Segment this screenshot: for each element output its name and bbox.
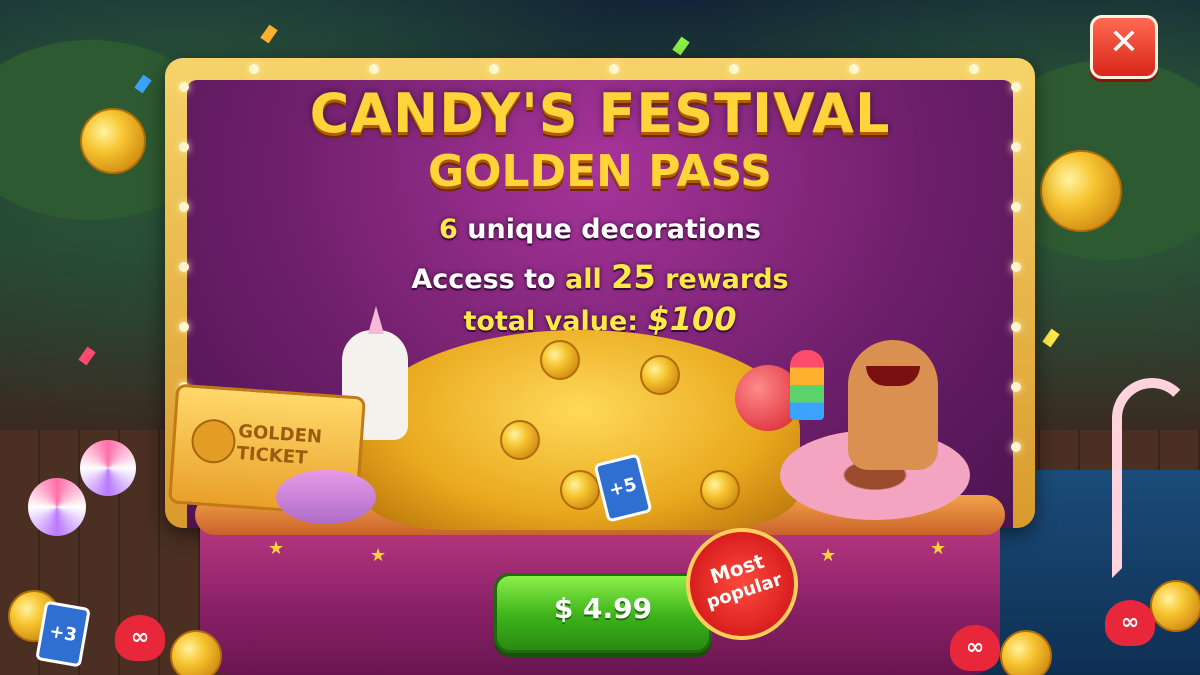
leaf-icon (189, 417, 237, 465)
infinity-heart-icon: ∞ (950, 625, 1000, 671)
confetti (78, 346, 96, 366)
feature-decorations: 6 unique decorations (0, 214, 1200, 245)
rewards-suffix: rewards (665, 264, 789, 295)
coin-icon (640, 355, 680, 395)
coin-icon (1150, 580, 1200, 632)
marquee-bulb (969, 64, 979, 74)
access-all: all (565, 264, 602, 295)
ticket-line2: TICKET (235, 442, 308, 469)
infinity-heart-icon: ∞ (115, 615, 165, 661)
marquee-bulb (729, 64, 739, 74)
candy-cane-decoration (1112, 378, 1192, 578)
marquee-bulb (249, 64, 259, 74)
rewards-count: 25 (611, 258, 656, 296)
coin-icon (500, 420, 540, 460)
coin-icon (540, 340, 580, 380)
unicorn-horn (368, 306, 384, 334)
lollipop-decoration (28, 478, 86, 536)
lollipop-decoration (80, 440, 136, 496)
infinity-heart-icon: ∞ (1105, 600, 1155, 646)
confetti (672, 36, 690, 56)
card-bonus-label: +3 (47, 620, 79, 647)
close-icon: ✕ (1108, 22, 1140, 63)
decorations-count: 6 (439, 214, 458, 245)
popsicle-icon (790, 350, 824, 420)
offer-subtitle: GOLDEN PASS (428, 146, 772, 197)
gingerbread-smile (866, 366, 920, 386)
badge-label: Most popular (684, 541, 798, 619)
gingerbread-decoration (848, 340, 938, 470)
coin-icon (1000, 630, 1052, 675)
price-label: $ 4.99 (553, 592, 653, 625)
confetti (260, 24, 278, 44)
buy-button[interactable]: $ 4.99 (494, 573, 712, 653)
macaron-decoration (276, 470, 376, 524)
star-icon: ★ (370, 545, 387, 566)
decorations-text: unique decorations (467, 214, 761, 245)
marquee-bulb (369, 64, 379, 74)
close-button[interactable]: ✕ (1090, 15, 1158, 79)
coin-icon (700, 470, 740, 510)
coin-icon (170, 630, 222, 675)
marquee-bulb (849, 64, 859, 74)
value-amount: $100 (647, 300, 737, 338)
star-icon: ★ (930, 538, 947, 559)
star-icon: ★ (268, 538, 285, 559)
feature-rewards: Access to all 25 rewards (0, 258, 1200, 296)
marquee-bulb (609, 64, 619, 74)
offer-title: CANDY'S FESTIVAL (309, 82, 891, 145)
coin-icon (560, 470, 600, 510)
card-bonus-label: +5 (606, 473, 639, 502)
marquee-bulb (489, 64, 499, 74)
access-prefix: Access to (411, 264, 556, 295)
game-scene: CANDY'S FESTIVAL GOLDEN PASS 6 unique de… (0, 0, 1200, 675)
ticket-label: GOLDEN TICKET (236, 421, 323, 471)
star-icon: ★ (820, 545, 837, 566)
